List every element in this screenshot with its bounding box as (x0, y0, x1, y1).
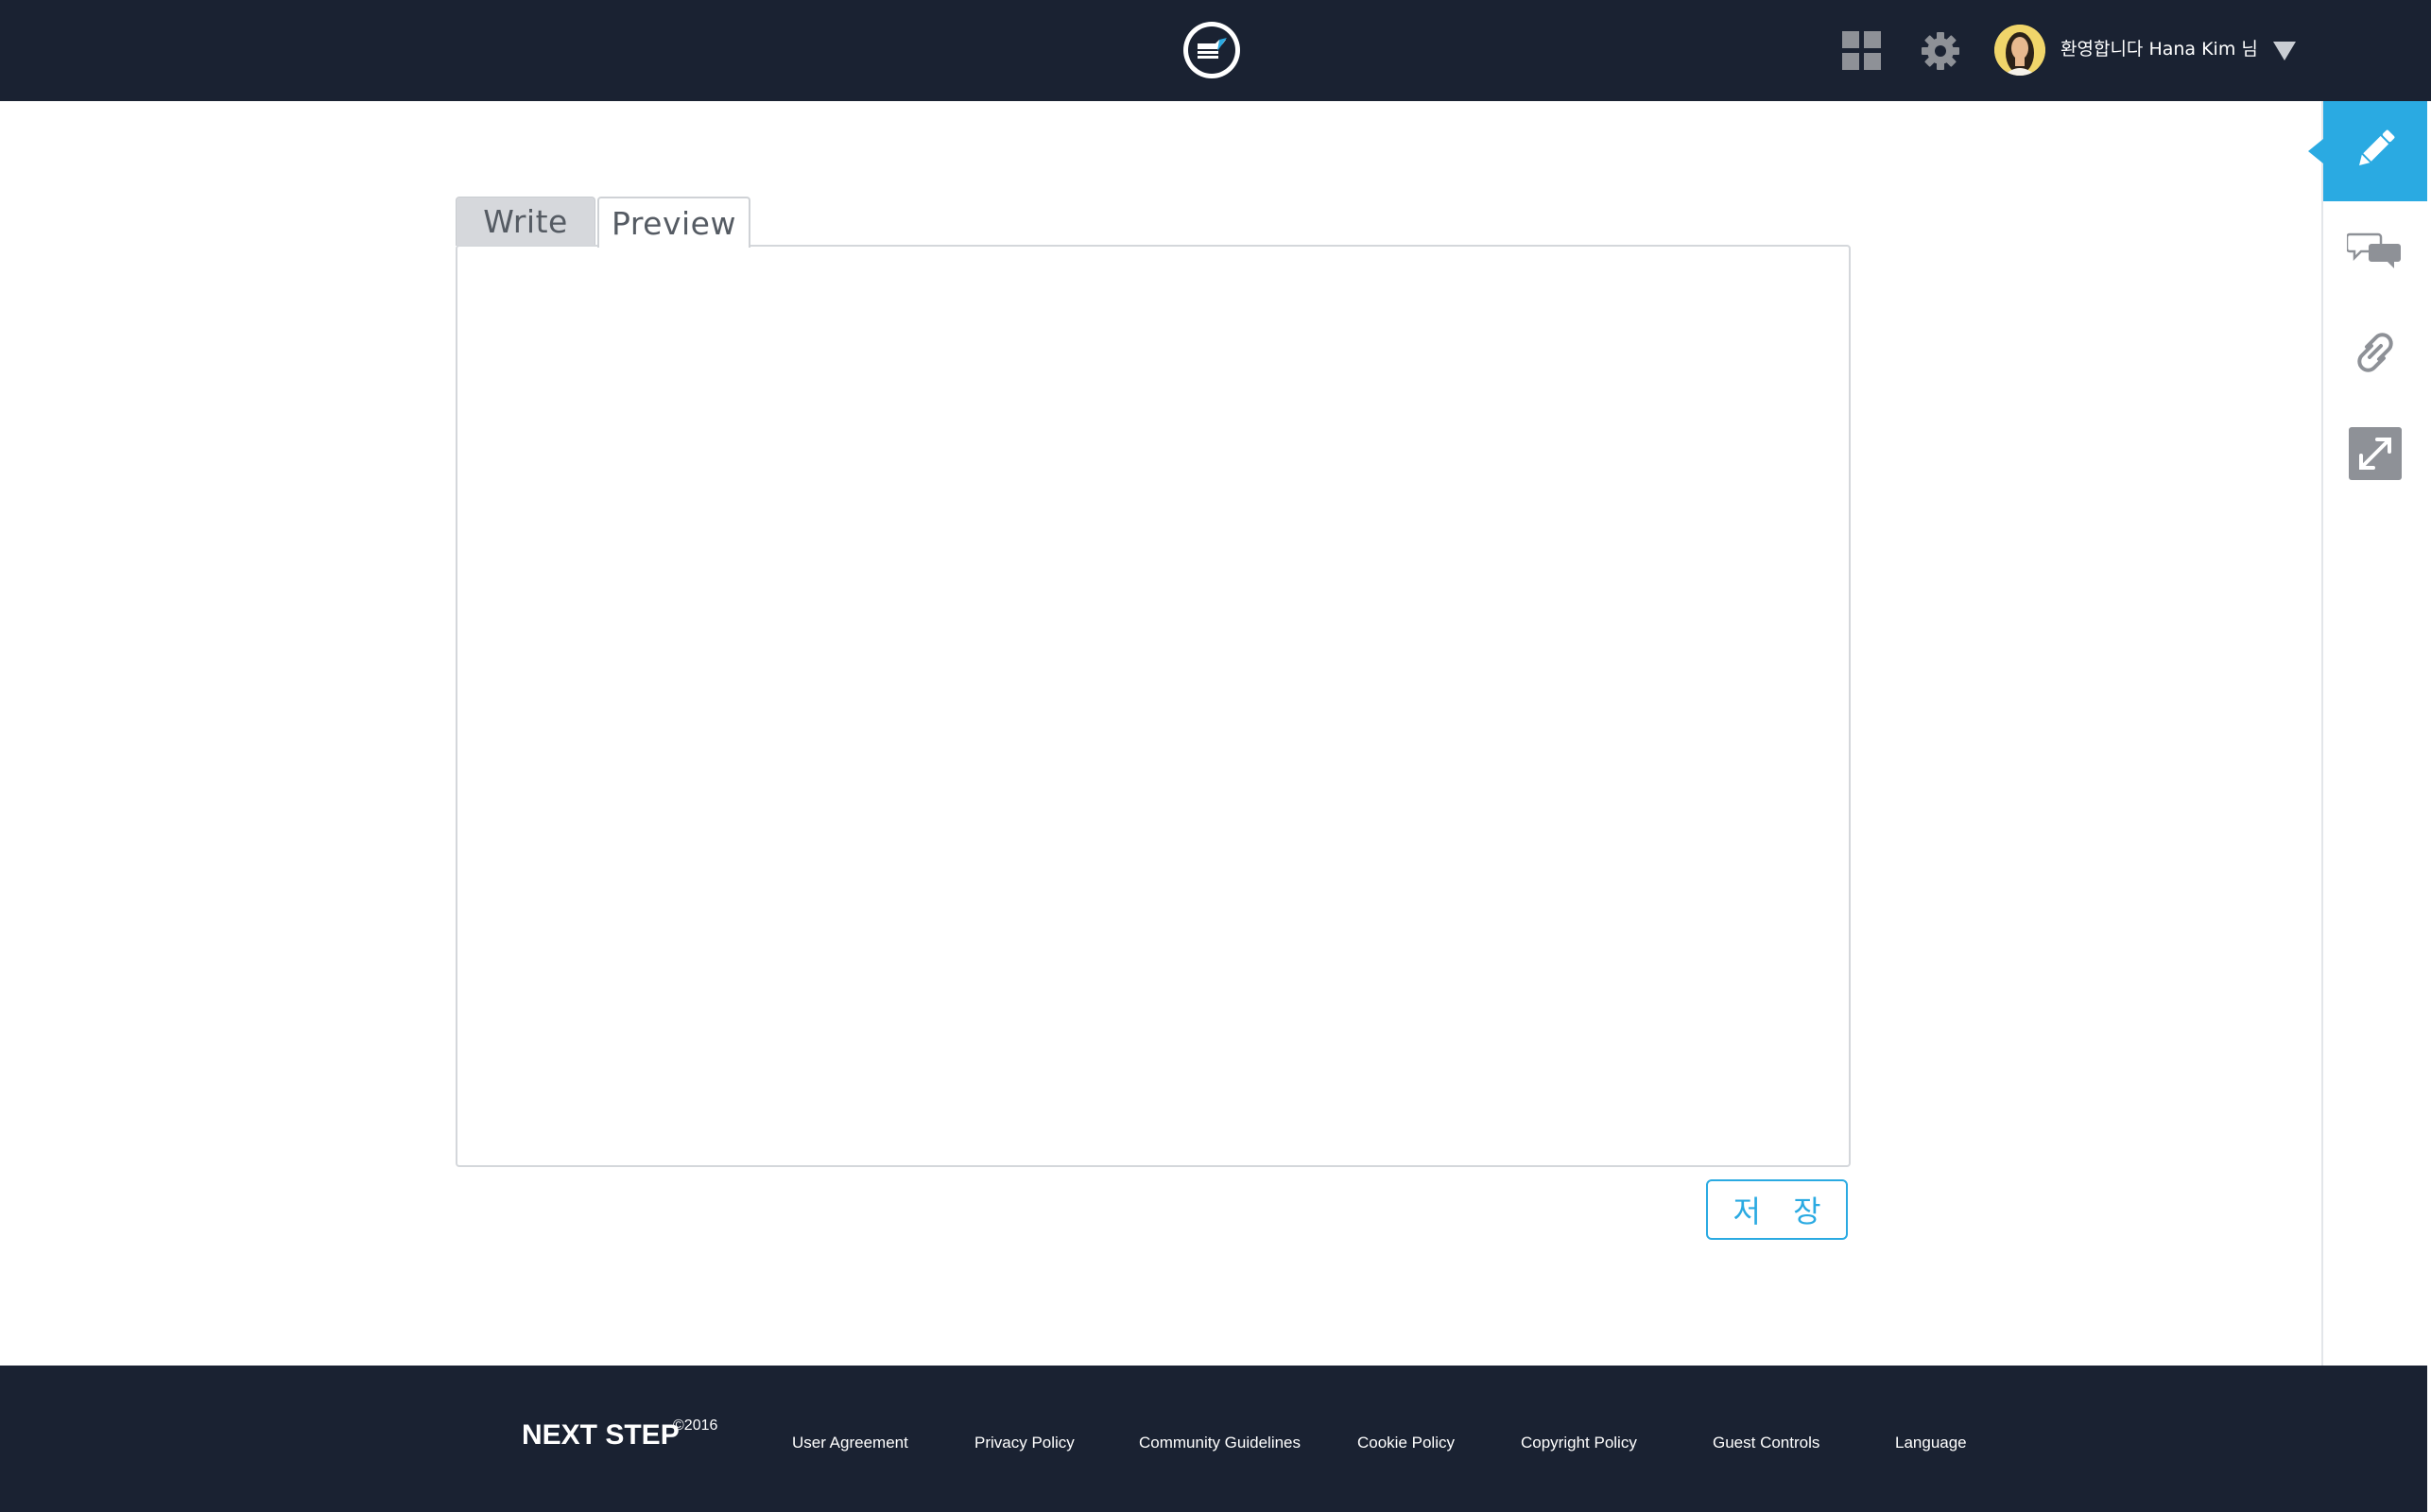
expand-icon (2349, 426, 2402, 485)
right-sidebar (2308, 101, 2427, 1366)
footer-copyright-year: ©2016 (673, 1418, 718, 1434)
top-navbar: 환영합니다 Hana Kim 님 (0, 0, 2431, 101)
gear-icon[interactable] (1920, 30, 1961, 72)
grid-icon[interactable] (1842, 31, 1882, 71)
save-button[interactable]: 저 장 (1706, 1179, 1848, 1240)
logo-inner (1188, 26, 1235, 74)
footer-link-guest-controls[interactable]: Guest Controls (1713, 1434, 1819, 1452)
sidebar-item-link[interactable] (2323, 304, 2427, 404)
link-icon (2347, 329, 2404, 381)
sidebar-item-expand[interactable] (2323, 405, 2427, 506)
footer-link-user-agreement[interactable]: User Agreement (792, 1434, 908, 1452)
footer: NEXT STEP ©2016 User Agreement Privacy P… (0, 1366, 2427, 1512)
tab-write[interactable]: Write (456, 197, 595, 246)
notebook-logo-icon[interactable] (1183, 22, 1240, 78)
page: 환영합니다 Hana Kim 님 Write Preview 저 장 NEXT … (0, 0, 2431, 1512)
footer-link-cookie-policy[interactable]: Cookie Policy (1357, 1434, 1455, 1452)
pencil-icon (2351, 125, 2400, 179)
active-pointer (2308, 139, 2323, 163)
footer-link-community-guidelines[interactable]: Community Guidelines (1139, 1434, 1301, 1452)
tab-preview[interactable]: Preview (597, 197, 750, 248)
footer-link-language[interactable]: Language (1895, 1434, 1967, 1452)
sidebar-item-comments[interactable] (2323, 203, 2427, 303)
caret-down-icon[interactable] (2273, 42, 2296, 60)
footer-brand[interactable]: NEXT STEP (522, 1419, 680, 1452)
chat-bubbles-icon (2345, 231, 2404, 277)
editor-text-area[interactable] (456, 245, 1851, 1167)
sidebar-item-write[interactable] (2308, 101, 2427, 201)
footer-link-privacy-policy[interactable]: Privacy Policy (974, 1434, 1075, 1452)
avatar[interactable] (1994, 25, 2045, 76)
greeting-text[interactable]: 환영합니다 Hana Kim 님 (2060, 34, 2258, 64)
footer-link-copyright-policy[interactable]: Copyright Policy (1521, 1434, 1637, 1452)
